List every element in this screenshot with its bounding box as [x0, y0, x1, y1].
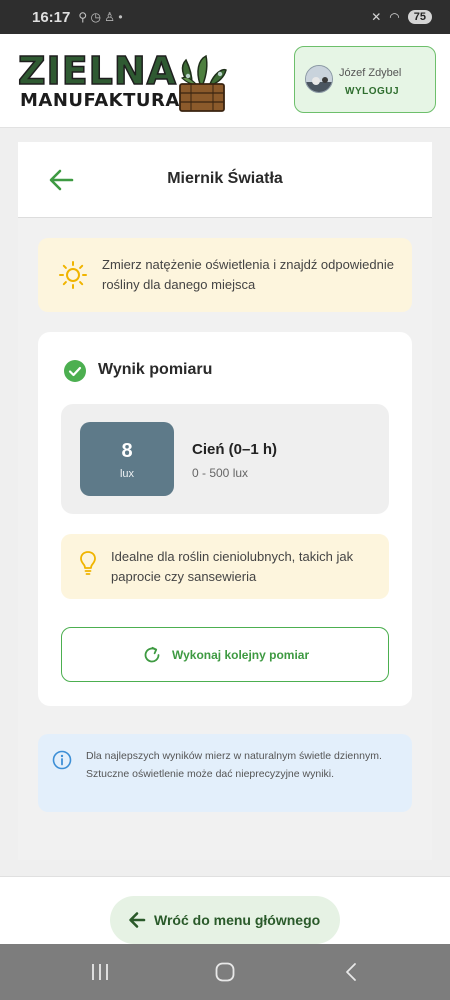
- wifi-icon: ◠: [389, 10, 400, 24]
- light-range: 0 - 500 lux: [192, 466, 249, 480]
- page-title: Miernik Światła: [167, 170, 283, 187]
- page-header: Miernik Światła: [18, 142, 432, 218]
- status-bar: 16:17 ⚲ ◷ ♙ • ✕ ◠ 75: [0, 0, 450, 34]
- notification-icons: ⚲ ◷ ♙ •: [78, 10, 123, 24]
- user-name: Józef Zdybel: [339, 67, 402, 79]
- remeasure-label: Wykonaj kolejny pomiar: [172, 648, 310, 662]
- user-panel: Józef Zdybel WYLOGUJ: [294, 46, 436, 113]
- result-title: Wynik pomiaru: [98, 361, 213, 378]
- hint-text: Zmierz natężenie oświetlenia i znajdź od…: [102, 257, 394, 292]
- refresh-icon: [144, 646, 160, 663]
- app-header: ZIELNA MANUFAKTURA Józef Zdybel WYLOGUJ: [0, 34, 450, 128]
- recent-apps-icon[interactable]: [90, 960, 110, 984]
- mute-icon: ✕: [371, 10, 382, 24]
- status-left: 16:17 ⚲ ◷ ♙ •: [32, 9, 123, 26]
- back-icon[interactable]: [342, 960, 360, 984]
- sun-icon: [59, 261, 87, 289]
- lightbulb-icon: [80, 551, 96, 575]
- result-card: Wynik pomiaru 8 lux Cień (0–1 h) 0 - 500…: [38, 332, 412, 706]
- status-time: 16:17: [32, 8, 71, 26]
- lux-tile: 8 lux: [80, 422, 174, 496]
- main-menu-label: Wróć do menu głównego: [154, 912, 321, 928]
- info-banner: Dla najlepszych wyników mierz w naturaln…: [38, 734, 412, 812]
- info-icon: [52, 750, 72, 770]
- status-right: ✕ ◠ 75: [371, 10, 432, 24]
- bottom-area: Wróć do menu głównego: [0, 876, 450, 944]
- avatar-image: [306, 66, 332, 92]
- planter-icon: [179, 54, 227, 112]
- avatar[interactable]: [305, 65, 333, 93]
- arrow-left-icon: [129, 912, 146, 928]
- lux-value: 8: [121, 440, 133, 462]
- tip-text: Idealne dla roślin cieniolubnych, takich…: [111, 549, 354, 584]
- light-category: Cień (0–1 h): [192, 441, 278, 458]
- main-menu-button[interactable]: Wróć do menu głównego: [110, 896, 340, 944]
- logout-button[interactable]: WYLOGUJ: [345, 86, 399, 97]
- lux-unit: lux: [119, 468, 135, 480]
- reading-box: 8 lux Cień (0–1 h) 0 - 500 lux: [61, 404, 389, 514]
- battery-indicator: 75: [407, 10, 432, 24]
- logo-text-top: ZIELNA: [17, 49, 178, 93]
- check-circle-icon: [64, 360, 86, 382]
- info-text: Dla najlepszych wyników mierz w naturaln…: [86, 750, 382, 780]
- plant-tip: Idealne dla roślin cieniolubnych, takich…: [61, 534, 389, 599]
- logo-text-bottom: MANUFAKTURA: [20, 90, 180, 111]
- remeasure-button[interactable]: Wykonaj kolejny pomiar: [61, 627, 389, 682]
- system-nav-bar: [0, 944, 450, 1000]
- hint-banner: Zmierz natężenie oświetlenia i znajdź od…: [38, 238, 412, 312]
- logo[interactable]: ZIELNA MANUFAKTURA: [17, 49, 228, 116]
- home-icon[interactable]: [214, 960, 236, 984]
- main-panel: Miernik Światła Zmierz natężenie oświetl…: [18, 142, 432, 860]
